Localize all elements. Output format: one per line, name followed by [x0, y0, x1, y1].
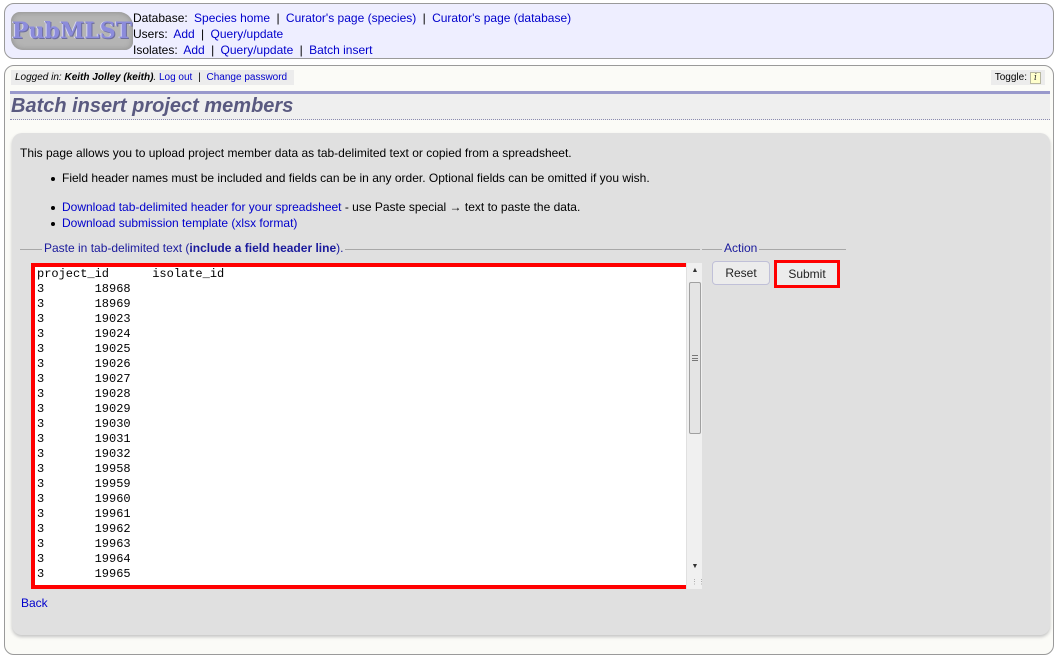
menu-label-isolates: Isolates: — [133, 43, 178, 57]
login-status-bar: Logged in: Keith Jolley (keith). Log out… — [11, 70, 295, 85]
change-password-link[interactable]: Change password — [207, 72, 288, 83]
textarea-text[interactable]: project_id isolate_id 3 18968 3 18969 3 … — [35, 267, 680, 585]
scrollbar-thumb[interactable] — [689, 282, 701, 434]
menu-row-users: Users: Add | Query/update — [133, 26, 574, 42]
menu-label-database: Database: — [133, 11, 188, 25]
back-link[interactable]: Back — [21, 596, 48, 610]
separator: | — [198, 72, 201, 83]
list-item: Field header names must be included and … — [50, 170, 650, 186]
logout-link[interactable]: Log out — [159, 72, 192, 83]
link-users-add[interactable]: Add — [173, 27, 194, 41]
logged-in-user: Keith Jolley (keith) — [64, 72, 154, 83]
content-box: This page allows you to upload project m… — [12, 133, 1050, 635]
scroll-down-arrow-icon[interactable]: ▼ — [687, 559, 703, 575]
toggle-label: Toggle: — [994, 72, 1027, 83]
legend-suffix: ). — [336, 241, 344, 255]
toggle-box: Toggle: i — [990, 70, 1045, 85]
list-item: Download tab-delimited header for your s… — [50, 199, 580, 215]
link-isolates-add[interactable]: Add — [183, 43, 204, 57]
link-isolates-query-update[interactable]: Query/update — [221, 43, 294, 57]
main-container: Logged in: Keith Jolley (keith). Log out… — [4, 65, 1054, 655]
download-header-link[interactable]: Download tab-delimited header for your s… — [62, 200, 342, 214]
info-toggle-icon[interactable]: i — [1030, 71, 1041, 84]
reset-button[interactable]: Reset — [712, 261, 770, 285]
list-item: Download submission template (xlsx forma… — [50, 215, 580, 231]
separator: | — [299, 43, 303, 57]
download-header-note: - use Paste special → text to paste the … — [341, 200, 581, 214]
scroll-up-arrow-icon[interactable]: ▲ — [687, 263, 703, 279]
separator: | — [201, 27, 205, 41]
separator: | — [422, 11, 426, 25]
info-list: Field header names must be included and … — [50, 170, 650, 186]
download-template-link[interactable]: Download submission template (xlsx forma… — [62, 216, 297, 230]
menu-row-database: Database: Species home | Curator's page … — [133, 10, 574, 26]
link-species-home[interactable]: Species home — [194, 11, 270, 25]
separator: | — [276, 11, 280, 25]
grip-icon — [692, 355, 698, 361]
page-title-bar: Batch insert project members — [10, 91, 1050, 120]
legend-bold: include a field header line — [189, 241, 337, 255]
menu-row-isolates: Isolates: Add | Query/update | Batch ins… — [133, 42, 574, 58]
login-prefix: Logged in: — [15, 72, 65, 83]
menu-links: Database: Species home | Curator's page … — [133, 10, 574, 58]
legend-prefix: Paste in tab-delimited text ( — [44, 241, 190, 255]
login-suffix: . — [153, 72, 157, 83]
page-title: Batch insert project members — [11, 95, 294, 117]
top-menu-bar: PubMLST Database: Species home | Curator… — [4, 3, 1054, 59]
intro-text: This page allows you to upload project m… — [20, 146, 572, 160]
submit-button[interactable]: Submit — [774, 260, 840, 288]
menu-label-users: Users: — [133, 27, 168, 41]
download-list: Download tab-delimited header for your s… — [50, 199, 580, 231]
paste-fieldset-legend: Paste in tab-delimited text (include a f… — [42, 241, 346, 255]
link-curators-page-species[interactable]: Curator's page (species) — [286, 11, 416, 25]
paste-textarea[interactable]: project_id isolate_id 3 18968 3 18969 3 … — [31, 263, 698, 589]
resize-grip-icon[interactable]: ⋮⋮ — [691, 578, 705, 588]
link-isolates-batch-insert[interactable]: Batch insert — [309, 43, 372, 57]
separator: | — [211, 43, 215, 57]
textarea-scrollbar[interactable]: ▲ ▼ ⋮⋮ — [686, 263, 705, 589]
pubmlst-logo[interactable]: PubMLST — [11, 12, 133, 50]
action-fieldset-legend: Action — [722, 241, 760, 255]
link-users-query-update[interactable]: Query/update — [211, 27, 284, 41]
link-curators-page-database[interactable]: Curator's page (database) — [432, 11, 571, 25]
